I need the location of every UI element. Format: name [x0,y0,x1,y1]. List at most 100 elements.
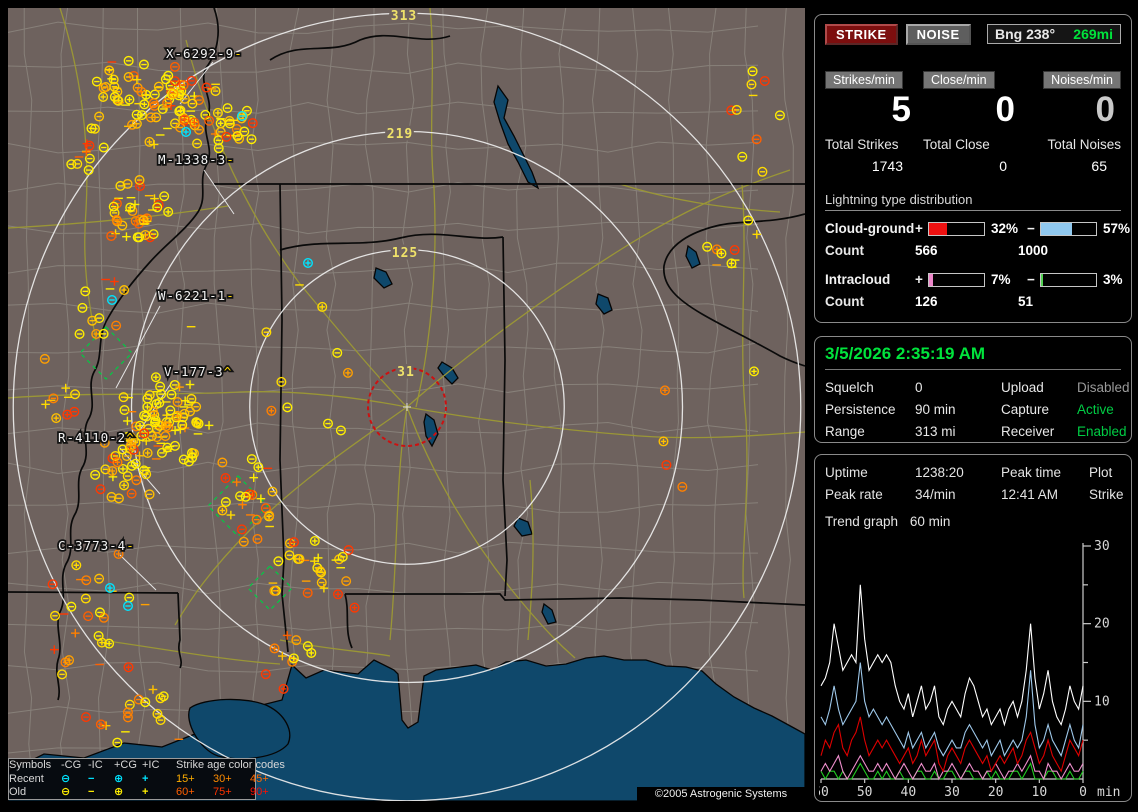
x-tick-label: 20 [988,785,1004,800]
app-window: { "panel": { "strike_btn": "STRIKE", "no… [0,0,1138,812]
x-tick-label: 60 [819,785,829,800]
ic-plus-bar [928,273,985,287]
cg-minus-bar [1040,222,1097,236]
svg-text:31: 31 [397,365,415,380]
svg-text:V-177-3^: V-177-3^ [164,364,232,379]
receiver-status: Enabled [1077,424,1130,439]
receiver-label: Receiver [1001,424,1077,439]
trend-series-neg-ic [821,763,1083,779]
strikes-per-min-chip: Strikes/min [825,71,903,89]
legend-age-title: Strike age color codes [176,759,287,772]
spacer [168,786,176,799]
cg-minus-count: 1000 [1018,243,1128,258]
minus-sign: − [1027,221,1040,236]
bearing-readout: Bng 238° 269mi [987,24,1121,44]
svg-text:313: 313 [391,9,417,24]
ic-plus-symbol-recent: + [142,773,168,786]
distribution-title: Lightning type distribution [825,192,1121,211]
svg-text:C-3773-4-: C-3773-4- [58,538,135,553]
x-tick-label: 50 [857,785,873,800]
legend-col-pos-ic: +IC [142,759,168,772]
trend-box: Uptime 1238:20 Peak time Plot Peak rate … [814,454,1132,802]
trend-graph: 10 20 30 60 50 40 30 20 10 0 min [819,539,1129,801]
cg-minus-symbol-old: ⊖ [61,786,88,799]
cg-plus-bar [928,222,985,236]
stats-box: STRIKE NOISE Bng 238° 269mi Strikes/min … [814,14,1132,323]
ic-minus-bar [1040,273,1097,287]
trend-series-pos-ic [821,756,1083,779]
spacer [168,773,176,786]
map-legend: Symbols -CG -IC +CG +IC Strike age color… [8,758,256,800]
cloud-ground-label: Cloud-ground [825,221,915,236]
noises-per-min-chip: Noises/min [1043,71,1121,89]
uptime-label: Uptime [825,465,915,480]
ic-plus-pct: 7% [985,272,1027,287]
squelch-label: Squelch [825,380,915,395]
cg-plus-symbol-recent: ⊕ [114,773,142,786]
total-strikes-value: 1743 [825,158,917,174]
strikes-per-min-value: 5 [825,89,917,131]
svg-text:X-6292-9-: X-6292-9- [166,46,243,61]
ic-minus-count: 51 [1018,294,1128,309]
x-tick-label: 10 [1032,785,1048,800]
trend-graph-window: 60 min [910,514,951,529]
range-value: 313 mi [915,424,1001,439]
svg-text:125: 125 [392,246,418,261]
cg-count-label: Count [825,243,915,258]
ic-minus-pct: 3% [1097,272,1135,287]
legend-symbols-label: Symbols [9,759,61,772]
svg-text:R-4110-2^: R-4110-2^ [58,430,135,445]
range-label: Range [825,424,915,439]
bearing-distance: 269mi [1073,26,1113,42]
minus-sign: − [1027,272,1040,287]
age-code-90+: 90+ [250,786,287,799]
ic-minus-symbol-recent: − [88,773,114,786]
x-axis-unit: min [1097,785,1120,800]
ic-minus-symbol-old: − [88,786,114,799]
peak-time-label: Peak time [1001,465,1089,480]
lightning-map[interactable]: 31321912531X-6292-9-M-1338-3-W-6221-1-V-… [8,8,805,801]
x-tick-label: 40 [901,785,917,800]
plus-sign: + [915,221,928,236]
y-tick-label: 10 [1094,694,1110,709]
x-tick-label: 30 [944,785,960,800]
age-code-15+: 15+ [176,773,213,786]
legend-col-neg-ic: -IC [88,759,114,772]
age-code-45+: 45+ [250,773,287,786]
cg-plus-pct: 32% [985,221,1027,236]
y-tick-label: 30 [1094,539,1110,554]
cg-minus-pct: 57% [1097,221,1135,236]
legend-row-label: Old [9,786,61,799]
total-strikes-label: Total Strikes [825,137,917,152]
y-tick-label: 20 [1094,617,1110,632]
noise-toggle-button[interactable]: NOISE [906,24,971,45]
x-tick-label: 0 [1079,785,1087,800]
legend-col-neg-cg: -CG [61,759,88,772]
upload-label: Upload [1001,380,1077,395]
trend-series-total [821,585,1083,725]
ic-plus-symbol-old: + [142,786,168,799]
datetime-display: 3/5/2026 2:35:19 AM [825,344,1121,370]
age-code-30+: 30+ [213,773,250,786]
legend-row-label: Recent [9,773,61,786]
map-canvas[interactable]: 31321912531X-6292-9-M-1338-3-W-6221-1-V-… [8,8,805,801]
age-code-60+: 60+ [176,786,213,799]
close-per-min-chip: Close/min [923,71,995,89]
copyright-text: ©2005 Astrogenic Systems [637,787,805,801]
bearing-label: Bng 238° [995,26,1055,42]
svg-text:219: 219 [387,127,413,142]
cg-plus-symbol-old: ⊕ [114,786,142,799]
total-close-label: Total Close [923,137,1021,152]
capture-label: Capture [1001,402,1077,417]
total-close-value: 0 [923,158,1021,174]
squelch-value: 0 [915,380,1001,395]
total-noises-label: Total Noises [1047,137,1121,152]
upload-status: Disabled [1077,380,1130,395]
plus-sign: + [915,272,928,287]
cg-minus-symbol-recent: ⊖ [61,773,88,786]
strike-toggle-button[interactable]: STRIKE [825,24,898,45]
age-code-75+: 75+ [213,786,250,799]
total-noises-value: 65 [1027,158,1121,174]
noises-per-min-value: 0 [1027,89,1121,131]
plot-label: Plot [1089,465,1124,480]
